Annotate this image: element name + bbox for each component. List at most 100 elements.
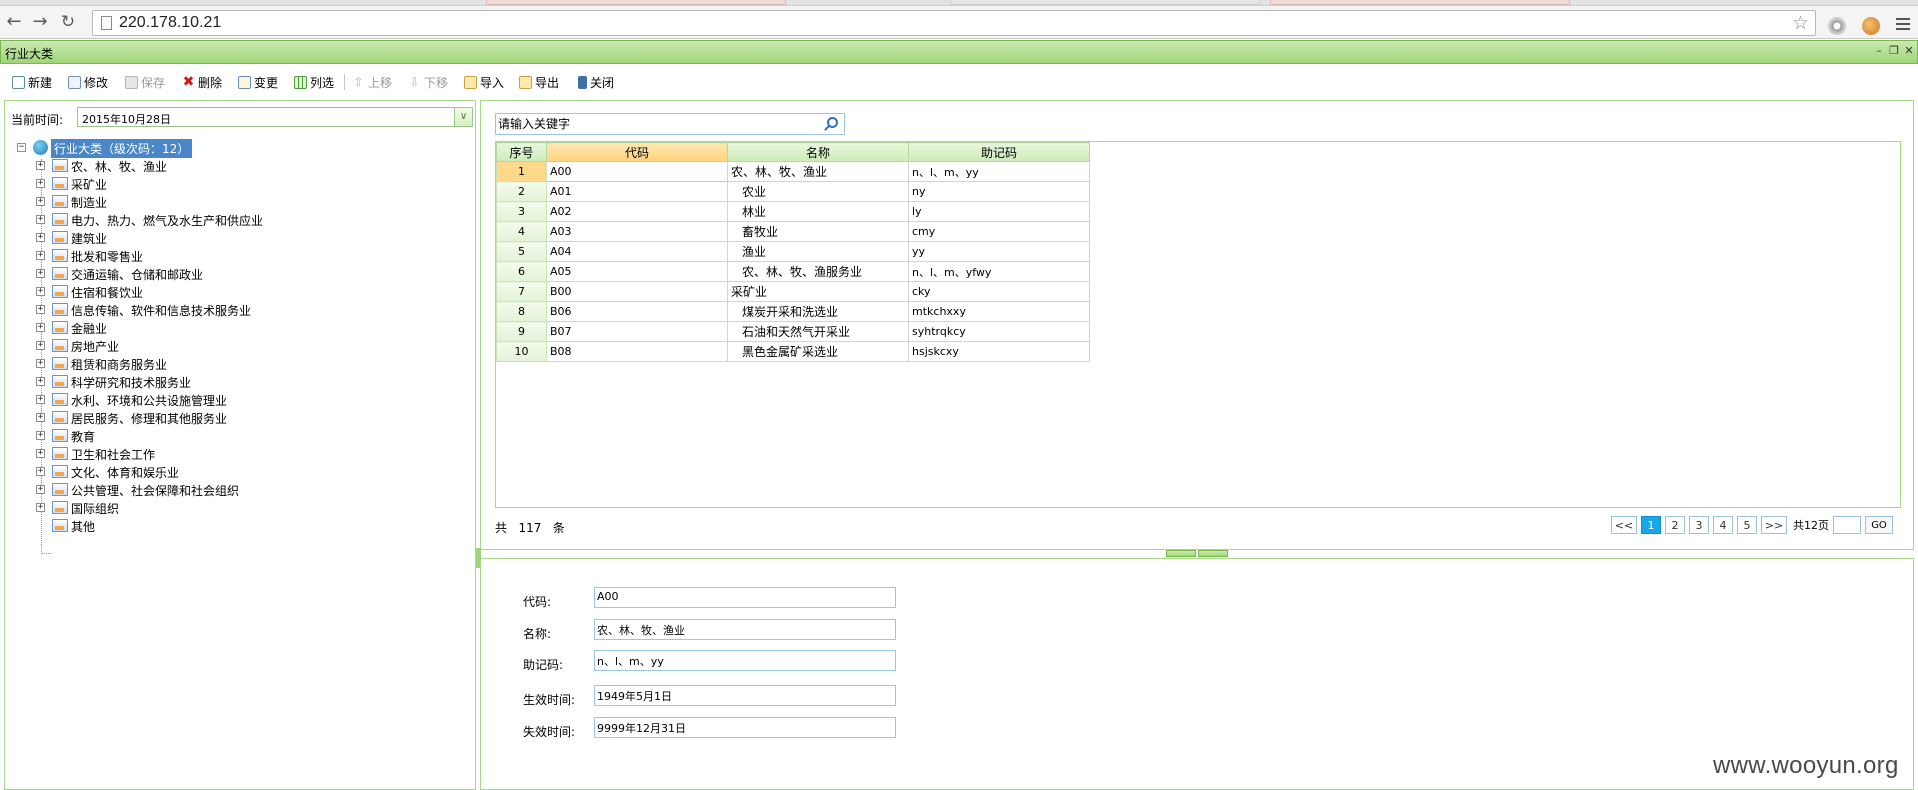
table-row[interactable]: 3 A02 林业 ly — [496, 201, 1090, 222]
tree-item[interactable]: + 卫生和社会工作 — [13, 445, 473, 463]
go-button[interactable]: GO — [1865, 516, 1893, 534]
tree-item[interactable]: + 住宿和餐饮业 — [13, 283, 473, 301]
expand-icon[interactable]: + — [36, 467, 45, 476]
mnemonic-cell[interactable]: cky — [908, 281, 1090, 302]
first-page-button[interactable]: << — [1611, 516, 1637, 534]
mnemonic-field[interactable]: n、l、m、yy — [594, 650, 896, 671]
search-input[interactable] — [498, 116, 818, 132]
import-button[interactable]: 导入 — [464, 73, 504, 91]
name-cell[interactable]: 渔业 — [727, 241, 909, 262]
close-button[interactable]: 关闭 — [578, 73, 614, 91]
tree-item-label[interactable]: 教育 — [71, 428, 95, 445]
tree-root[interactable]: − 行业大类（级次码：12） — [13, 139, 473, 158]
tree-item-label[interactable]: 文化、体育和娱乐业 — [71, 464, 179, 481]
table-row[interactable]: 10 B08 黑色金属矿采选业 hsjskcxy — [496, 341, 1090, 362]
page-button[interactable]: 3 — [1689, 516, 1709, 534]
code-cell[interactable]: B07 — [546, 321, 728, 342]
expand-icon[interactable]: + — [36, 503, 45, 512]
tree-item-label[interactable]: 国际组织 — [71, 500, 119, 517]
column-header-code[interactable]: 代码 — [546, 142, 728, 162]
mnemonic-cell[interactable]: hsjskcxy — [908, 341, 1090, 362]
row-index-cell[interactable]: 9 — [496, 321, 547, 342]
name-cell[interactable]: 石油和天然气开采业 — [727, 321, 909, 342]
url-text[interactable]: 220.178.10.21 — [119, 14, 221, 32]
tree-item-label[interactable]: 卫生和社会工作 — [71, 446, 155, 463]
table-row[interactable]: 7 B00 采矿业 cky — [496, 281, 1090, 302]
tree-item-label[interactable]: 住宿和餐饮业 — [71, 284, 143, 301]
tree-item[interactable]: + 建筑业 — [13, 229, 473, 247]
tree-item-label[interactable]: 农、林、牧、渔业 — [71, 158, 167, 175]
code-cell[interactable]: B00 — [546, 281, 728, 302]
restore-icon[interactable]: ❐ — [1888, 45, 1900, 57]
expand-icon[interactable]: + — [36, 341, 45, 350]
row-index-cell[interactable]: 2 — [496, 181, 547, 202]
tree-root-label[interactable]: 行业大类（级次码：12） — [51, 139, 193, 158]
code-cell[interactable]: A05 — [546, 261, 728, 282]
close-window-icon[interactable]: ✕ — [1903, 45, 1915, 57]
name-cell[interactable]: 农、林、牧、渔服务业 — [727, 261, 909, 282]
browser-tab[interactable] — [486, 0, 786, 5]
table-row[interactable]: 1 A00 农、林、牧、渔业 n、l、m、yy — [496, 161, 1090, 182]
page-button[interactable]: 2 — [1665, 516, 1685, 534]
code-cell[interactable]: A04 — [546, 241, 728, 262]
date-value[interactable]: 2015年10月28日 — [82, 111, 171, 127]
mnemonic-cell[interactable]: mtkchxxy — [908, 301, 1090, 322]
search-box[interactable] — [495, 113, 845, 135]
move-up-button[interactable]: ⇧ 上移 — [352, 73, 392, 91]
tree-item[interactable]: + 金融业 — [13, 319, 473, 337]
browser-tab[interactable] — [1270, 0, 1570, 5]
tree-item[interactable]: + 采矿业 — [13, 175, 473, 193]
export-button[interactable]: 导出 — [519, 73, 559, 91]
row-index-cell[interactable]: 7 — [496, 281, 547, 302]
tree-item[interactable]: + 农、林、牧、渔业 — [13, 157, 473, 175]
row-index-cell[interactable]: 3 — [496, 201, 547, 222]
tree-item[interactable]: + 水利、环境和公共设施管理业 — [13, 391, 473, 409]
mnemonic-cell[interactable]: ny — [908, 181, 1090, 202]
page-button[interactable]: 1 — [1641, 516, 1661, 534]
code-cell[interactable]: A03 — [546, 221, 728, 242]
tree-item[interactable]: + 批发和零售业 — [13, 247, 473, 265]
table-row[interactable]: 4 A03 畜牧业 cmy — [496, 221, 1090, 242]
reload-icon[interactable]: ↻ — [57, 11, 79, 33]
code-cell[interactable]: B06 — [546, 301, 728, 322]
table-row[interactable]: 5 A04 渔业 yy — [496, 241, 1090, 262]
change-button[interactable]: 变更 — [238, 73, 278, 91]
tree-item-label[interactable]: 交通运输、仓储和邮政业 — [71, 266, 203, 283]
row-index-cell[interactable]: 1 — [496, 161, 547, 182]
code-cell[interactable]: A02 — [546, 201, 728, 222]
move-down-button[interactable]: ⇩ 下移 — [408, 73, 448, 91]
expand-icon[interactable]: + — [36, 215, 45, 224]
minimize-icon[interactable]: – — [1873, 45, 1885, 57]
tree-item-label[interactable]: 采矿业 — [71, 176, 107, 193]
name-cell[interactable]: 农业 — [727, 181, 909, 202]
mnemonic-cell[interactable]: syhtrqkcy — [908, 321, 1090, 342]
tree-item[interactable]: + 房地产业 — [13, 337, 473, 355]
table-row[interactable]: 2 A01 农业 ny — [496, 181, 1090, 202]
page-button[interactable]: 4 — [1713, 516, 1733, 534]
expand-icon[interactable]: + — [36, 413, 45, 422]
address-bar[interactable]: 220.178.10.21 ☆ — [92, 10, 1816, 36]
tree-item-label[interactable]: 金融业 — [71, 320, 107, 337]
column-filter-button[interactable]: 列选 — [294, 73, 334, 91]
name-cell[interactable]: 林业 — [727, 201, 909, 222]
expand-icon[interactable]: + — [36, 431, 45, 440]
tree-item[interactable]: + 电力、热力、燃气及水生产和供应业 — [13, 211, 473, 229]
search-icon[interactable] — [827, 117, 838, 128]
tree-item-label[interactable]: 房地产业 — [71, 338, 119, 355]
expand-icon[interactable]: + — [36, 359, 45, 368]
code-field[interactable]: A00 — [594, 587, 896, 608]
tree-item[interactable]: 其他 — [13, 517, 473, 535]
tree-item-label[interactable]: 建筑业 — [71, 230, 107, 247]
expand-icon[interactable]: + — [36, 233, 45, 242]
expand-icon[interactable]: + — [36, 449, 45, 458]
name-cell[interactable]: 煤炭开采和洗选业 — [727, 301, 909, 322]
extension-globe-icon[interactable] — [1828, 17, 1846, 35]
mnemonic-cell[interactable]: yy — [908, 241, 1090, 262]
mnemonic-cell[interactable]: cmy — [908, 221, 1090, 242]
column-header-mnemonic[interactable]: 助记码 — [908, 142, 1090, 162]
tree-item-label[interactable]: 制造业 — [71, 194, 107, 211]
browser-menu-icon[interactable] — [1896, 18, 1910, 32]
name-field[interactable]: 农、林、牧、渔业 — [594, 619, 896, 640]
expand-icon[interactable]: + — [36, 305, 45, 314]
splitter-down-tab[interactable] — [1198, 550, 1228, 557]
